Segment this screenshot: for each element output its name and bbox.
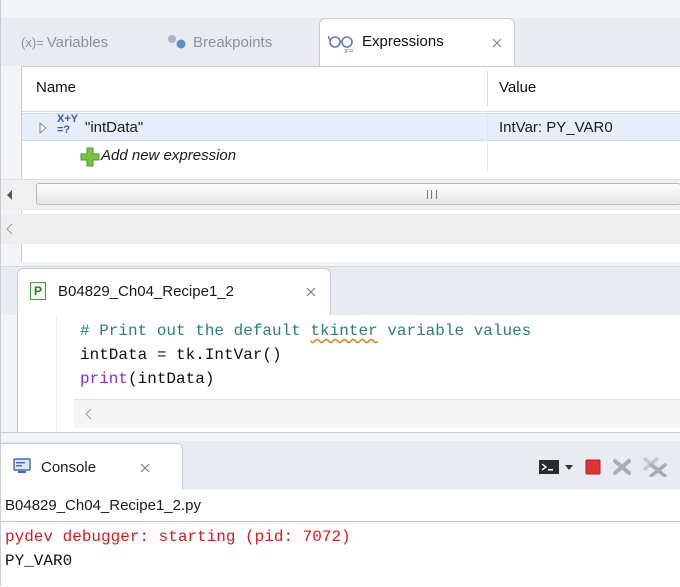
code-line-3: print(intData) [80, 370, 214, 388]
python-file-icon: P [30, 282, 46, 300]
tab-variables-label: Variables [46, 33, 109, 51]
breakpoints-icon [166, 34, 188, 50]
scrollbar-grip-icon [427, 190, 437, 199]
detail-pane-scrollbar[interactable] [1, 214, 680, 244]
code-line-1: # Print out the default tkinter variable… [80, 322, 531, 340]
code-comment-misspelled-word: tkinter [310, 322, 378, 340]
close-expressions-tab-icon[interactable] [490, 36, 504, 50]
console-dropdown-chevron-down-icon[interactable] [563, 457, 575, 477]
tab-breakpoints-label: Breakpoints [193, 33, 273, 51]
table-header: Name Value [22, 67, 680, 112]
svg-text:x=: x= [344, 47, 354, 54]
code-line-2: intData = tk.IntVar() [80, 346, 282, 364]
editor-tab[interactable]: P B04829_Ch04_Recipe1_2 [17, 268, 331, 315]
scrollbar-thumb[interactable] [36, 183, 680, 205]
code-editor[interactable]: # Print out the default tkinter variable… [17, 315, 680, 432]
expression-value: IntVar: PY_VAR0 [499, 119, 613, 136]
editor-view: P B04829_Ch04_Recipe1_2 # Print out the … [1, 262, 680, 432]
expression-icon-bottom: =? [57, 124, 71, 136]
column-divider[interactable] [487, 71, 488, 107]
add-plus-icon [80, 147, 100, 167]
close-editor-tab-icon[interactable] [304, 285, 318, 299]
expression-name: "intData" [85, 119, 144, 136]
editor-horizontal-scrollbar[interactable] [74, 399, 680, 428]
code-keyword-print: print [80, 370, 129, 388]
close-console-tab-icon[interactable] [138, 461, 152, 475]
add-expression-row[interactable]: Add new expression [22, 143, 680, 171]
open-console-terminal-icon[interactable] [538, 457, 560, 477]
column-header-name[interactable]: Name [36, 79, 76, 96]
table-row[interactable]: X+Y =? "intData" IntVar: PY_VAR0 [22, 113, 680, 142]
column-divider [487, 114, 488, 142]
console-output[interactable]: pydev debugger: starting (pid: 7072) PY_… [1, 522, 680, 587]
console-process-label: B04829_Ch04_Recipe1_2.py [1, 490, 680, 522]
tab-variables[interactable]: (x)= Variables [21, 18, 108, 66]
column-divider [487, 143, 488, 171]
scroll-left-arrow-icon[interactable] [5, 188, 15, 202]
code-comment-end: variable values [377, 322, 532, 340]
remove-launch-icon[interactable] [611, 457, 633, 477]
console-view: Console B04829_Ch04_Recipe1_2.py pydev d… [1, 432, 680, 587]
expression-icon: X+Y =? [57, 114, 78, 136]
add-new-expression-label[interactable]: Add new expression [101, 147, 236, 164]
expand-arrow-icon[interactable] [38, 121, 48, 135]
ide-window: (x)= Variables Breakpoints x= Expression… [0, 0, 680, 587]
scroll-left-arrow-icon[interactable] [5, 222, 15, 236]
tab-expressions[interactable]: x= Expressions [319, 18, 515, 67]
expressions-icon: x= [327, 32, 358, 55]
code-line-3-args: (intData) [128, 370, 215, 388]
console-tab-label: Console [41, 459, 97, 476]
code-comment-start: # Print out the default [80, 322, 311, 340]
column-header-value[interactable]: Value [499, 79, 536, 96]
expressions-view: (x)= Variables Breakpoints x= Expression… [1, 0, 680, 262]
scroll-left-arrow-icon[interactable] [84, 407, 94, 421]
terminate-stop-icon[interactable] [583, 457, 603, 477]
tab-expressions-label: Expressions [362, 33, 444, 50]
remove-all-launches-icon[interactable] [641, 457, 680, 478]
variables-icon: (x)= [21, 34, 44, 50]
tab-breakpoints[interactable]: Breakpoints [166, 18, 272, 66]
gutter-divider [56, 315, 57, 432]
console-output-line: PY_VAR0 [5, 552, 73, 570]
table-horizontal-scrollbar[interactable] [1, 179, 680, 210]
editor-tab-label: B04829_Ch04_Recipe1_2 [58, 283, 234, 300]
console-output-line: pydev debugger: starting (pid: 7072) [5, 528, 351, 546]
console-tab[interactable]: Console [1, 443, 183, 490]
console-monitor-icon [13, 458, 31, 474]
console-process-path: B04829_Ch04_Recipe1_2.py [5, 497, 201, 514]
